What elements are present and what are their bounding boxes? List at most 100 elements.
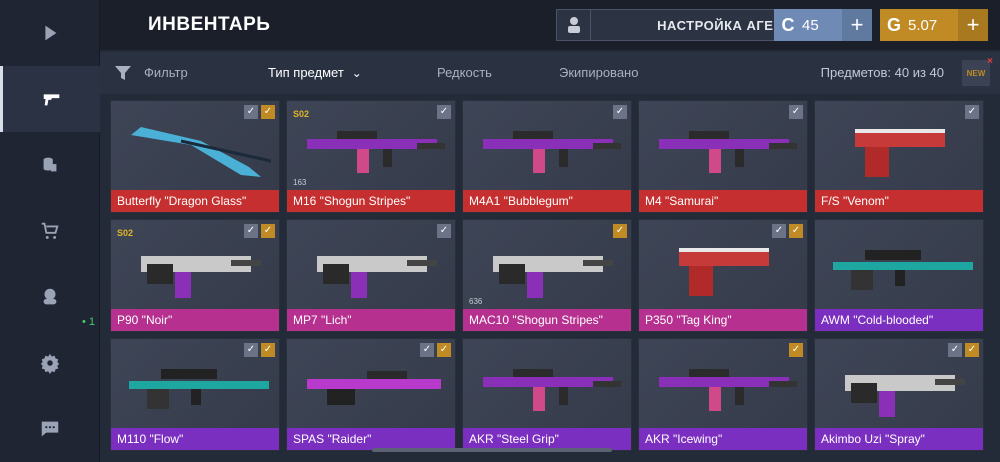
item-name: P90 "Noir" xyxy=(111,309,279,331)
gold-coin-icon: G xyxy=(886,14,901,35)
inventory-card[interactable]: ✓ ✓ Akimbo Uzi "Spray" xyxy=(814,338,984,451)
new-items-button[interactable]: NEW × xyxy=(962,56,993,86)
season-badge: S02 xyxy=(117,228,134,238)
equipped-t-check-icon: ✓ xyxy=(965,105,979,119)
sidebar-item-shop[interactable] xyxy=(0,198,100,264)
header: ИНВЕНТАРЬ НАСТРОЙКА АГЕНТА C 45 + G 5.07… xyxy=(100,0,1000,50)
inventory-card[interactable]: AKR "Steel Grip" xyxy=(462,338,632,451)
equip-checks: ✓ xyxy=(437,224,451,238)
add-gold-button[interactable]: + xyxy=(958,9,988,41)
equip-checks: ✓ ✓ xyxy=(420,343,451,357)
new-label: NEW xyxy=(966,68,986,78)
rifle-skin-image xyxy=(307,131,445,173)
item-name: M4 "Samurai" xyxy=(639,190,807,212)
inventory-card[interactable]: ✓ ✓ SPAS "Raider" xyxy=(286,338,456,451)
item-name: AKR "Icewing" xyxy=(639,428,807,450)
sidebar-item-play[interactable] xyxy=(0,0,100,66)
play-icon xyxy=(45,25,57,41)
pistol-skin-image xyxy=(855,129,945,177)
equipped-t-check-icon: ✓ xyxy=(789,105,803,119)
inventory-card[interactable]: ✓ M4 "Samurai" xyxy=(638,100,808,213)
item-name: M16 "Shogun Stripes" xyxy=(287,190,455,212)
inventory-card[interactable]: ✓ MP7 "Lich" xyxy=(286,219,456,332)
equipped-ct-check-icon: ✓ xyxy=(261,105,275,119)
agents-badge: • 1 xyxy=(82,316,96,328)
rarity-sort[interactable]: Редкость xyxy=(437,65,492,80)
notification-dot-icon: × xyxy=(987,56,993,67)
sidebar-item-inventory[interactable] xyxy=(0,66,100,132)
smg-skin-image xyxy=(317,256,437,298)
item-name: MP7 "Lich" xyxy=(287,309,455,331)
inventory-card[interactable]: ✓ AKR "Icewing" xyxy=(638,338,808,451)
type-dropdown-label: Тип предмет xyxy=(268,65,344,80)
equip-checks: ✓ xyxy=(613,224,627,238)
inventory-card[interactable]: ✓ ✓ P350 "Tag King" xyxy=(638,219,808,332)
smg-skin-image xyxy=(845,375,965,417)
equipped-ct-check-icon: ✓ xyxy=(437,343,451,357)
equipped-t-check-icon: ✓ xyxy=(437,105,451,119)
inventory-card[interactable]: ✓ 636 MAC10 "Shogun Stripes" xyxy=(462,219,632,332)
add-silver-button[interactable]: + xyxy=(842,9,872,41)
item-name: AWM "Cold-blooded" xyxy=(815,309,983,331)
item-name: M110 "Flow" xyxy=(111,428,279,450)
chat-icon xyxy=(41,421,59,437)
pistol-icon xyxy=(43,94,59,106)
equip-checks: ✓ xyxy=(789,343,803,357)
filter-button[interactable]: Фильтр xyxy=(144,65,188,80)
item-name: MAC10 "Shogun Stripes" xyxy=(463,309,631,331)
page-title: ИНВЕНТАРЬ xyxy=(148,14,271,35)
equipped-sort[interactable]: Экипировано xyxy=(559,65,638,80)
stat-count: 636 xyxy=(469,297,483,306)
equip-checks: ✓ xyxy=(613,105,627,119)
equipped-ct-check-icon: ✓ xyxy=(789,343,803,357)
equip-checks: ✓ xyxy=(437,105,451,119)
inventory-card[interactable]: ✓ M4A1 "Bubblegum" xyxy=(462,100,632,213)
inventory-card[interactable]: ✓ F/S "Venom" xyxy=(814,100,984,213)
equipped-ct-check-icon: ✓ xyxy=(261,343,275,357)
pistol-skin-image xyxy=(679,248,769,296)
coins-icon xyxy=(43,157,57,172)
smg-skin-image xyxy=(141,256,261,298)
scrollbar[interactable] xyxy=(372,448,612,452)
silver-currency: C 45 + xyxy=(774,9,872,41)
rifle-skin-image xyxy=(659,131,797,173)
gold-currency: G 5.07 + xyxy=(880,9,988,41)
sidebar-item-coins[interactable] xyxy=(0,132,100,198)
sidebar-item-chat[interactable] xyxy=(0,396,100,462)
equipped-t-check-icon: ✓ xyxy=(244,343,258,357)
knife-skin-image xyxy=(131,127,271,177)
rifle-skin-image xyxy=(483,369,621,411)
silver-coin-icon: C xyxy=(781,14,795,35)
equipped-t-check-icon: ✓ xyxy=(772,224,786,238)
inventory-card[interactable]: ✓ S02 163 M16 "Shogun Stripes" xyxy=(286,100,456,213)
type-dropdown[interactable]: Тип предмет ⌄ xyxy=(268,65,362,80)
equip-checks: ✓ xyxy=(965,105,979,119)
equip-checks: ✓ ✓ xyxy=(244,343,275,357)
inventory-card[interactable]: AWM "Cold-blooded" xyxy=(814,219,984,332)
cart-icon xyxy=(41,222,59,239)
inventory-card[interactable]: ✓ ✓ S02 P90 "Noir" xyxy=(110,219,280,332)
equipped-t-check-icon: ✓ xyxy=(244,224,258,238)
sidebar-item-settings[interactable] xyxy=(0,330,100,396)
sidebar: • 1 xyxy=(0,0,100,462)
chevron-down-icon: ⌄ xyxy=(351,66,362,80)
item-name: F/S "Venom" xyxy=(815,190,983,212)
inventory-card[interactable]: ✓ ✓ M110 "Flow" xyxy=(110,338,280,451)
inventory-card[interactable]: ✓ ✓ Butterfly "Dragon Glass" xyxy=(110,100,280,213)
item-name: Akimbo Uzi "Spray" xyxy=(815,428,983,450)
equipped-ct-check-icon: ✓ xyxy=(965,343,979,357)
equip-checks: ✓ ✓ xyxy=(772,224,803,238)
gear-icon xyxy=(40,353,60,374)
equipped-t-check-icon: ✓ xyxy=(420,343,434,357)
item-name: Butterfly "Dragon Glass" xyxy=(111,190,279,212)
inventory-screen: • 1 ИНВЕНТАРЬ НАСТРОЙКА АГЕНТА C 45 + G … xyxy=(0,0,1000,462)
filter-icon[interactable] xyxy=(114,64,132,82)
rifle-skin-image xyxy=(483,131,621,173)
equipped-ct-check-icon: ✓ xyxy=(789,224,803,238)
item-name: AKR "Steel Grip" xyxy=(463,428,631,450)
equip-checks: ✓ ✓ xyxy=(948,343,979,357)
equipped-ct-check-icon: ✓ xyxy=(613,224,627,238)
sniper-skin-image xyxy=(129,369,269,409)
equip-checks: ✓ ✓ xyxy=(244,105,275,119)
item-name: M4A1 "Bubblegum" xyxy=(463,190,631,212)
